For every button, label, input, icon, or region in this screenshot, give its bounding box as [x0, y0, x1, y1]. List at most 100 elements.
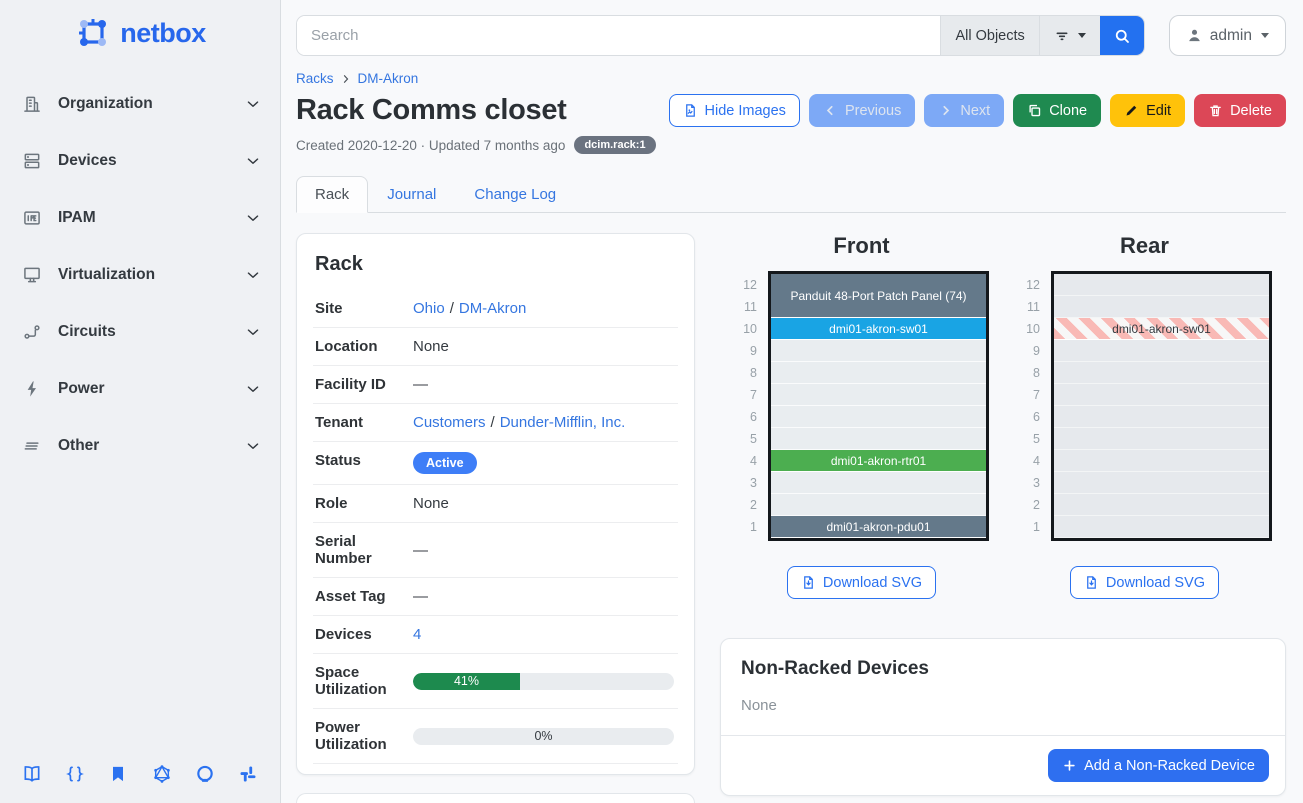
api-braces-icon — [65, 764, 85, 784]
unit-number: 7 — [734, 384, 757, 406]
unit-number: 11 — [734, 296, 757, 318]
graphql-link[interactable] — [152, 764, 172, 789]
serial-number-value: — — [409, 523, 678, 578]
chevron-right-small-icon — [340, 73, 352, 85]
unit-number: 7 — [1017, 384, 1040, 406]
bookmark-link[interactable] — [108, 764, 128, 789]
search-input[interactable] — [297, 16, 940, 55]
chevron-down-icon — [244, 380, 262, 398]
sidebar-item-label: Other — [58, 437, 244, 455]
slack-link[interactable] — [238, 764, 258, 789]
breadcrumb: Racks DM-Akron — [296, 71, 1286, 86]
chevron-down-icon — [244, 323, 262, 341]
github-link[interactable] — [195, 764, 215, 789]
unit-number: 12 — [1017, 274, 1040, 296]
title-row: Rack Comms closet Hide Images Previous N… — [296, 94, 1286, 127]
caret-down-icon — [1078, 33, 1086, 38]
tab-change-log[interactable]: Change Log — [455, 176, 575, 213]
netbox-mark-icon — [74, 14, 112, 52]
sidebar-item-other[interactable]: Other — [22, 426, 262, 466]
rack-empty-unit — [1054, 362, 1269, 384]
rack-device[interactable]: Panduit 48-Port Patch Panel (74) — [771, 274, 986, 318]
front-elevation: Front 121110987654321 Panduit 48-Port Pa… — [720, 233, 1003, 599]
chevron-down-icon — [244, 152, 262, 170]
unit-number: 5 — [734, 428, 757, 450]
site-link[interactable]: DM-Akron — [459, 300, 527, 317]
rack-device[interactable]: dmi01-akron-pdu01 — [771, 516, 986, 538]
sidebar-nav: Organization Devices IPAM Virtualization Cir… — [0, 62, 280, 466]
user-menu-button[interactable]: admin — [1169, 15, 1286, 56]
sidebar-item-label: Circuits — [58, 323, 244, 341]
tab-journal[interactable]: Journal — [368, 176, 455, 213]
breadcrumb-link-1[interactable]: Racks — [296, 71, 334, 86]
copy-icon — [1027, 103, 1042, 118]
field-power-utilization: Power Utilization 0% — [313, 709, 678, 764]
unit-number: 3 — [1017, 472, 1040, 494]
sidebar-item-devices[interactable]: Devices — [22, 141, 262, 181]
tenant-group-link[interactable]: Customers — [413, 414, 486, 431]
search-scope-button[interactable]: All Objects — [940, 16, 1038, 55]
front-download-svg-button[interactable]: Download SVG — [787, 566, 936, 599]
add-non-racked-device-button[interactable]: Add a Non-Racked Device — [1048, 749, 1269, 782]
docs-book-link[interactable] — [22, 764, 42, 789]
unit-number: 8 — [1017, 362, 1040, 384]
monitor-icon — [22, 265, 42, 285]
api-braces-link[interactable] — [65, 764, 85, 789]
topbar: All Objects admin — [296, 15, 1286, 56]
non-racked-devices-title: Non-Racked Devices — [721, 639, 1285, 680]
tab-rack[interactable]: Rack — [296, 176, 368, 213]
tenant-link[interactable]: Dunder-Mifflin, Inc. — [500, 414, 626, 431]
rack-device[interactable]: dmi01-akron-sw01 — [1054, 318, 1269, 340]
main-area: All Objects admin Racks DM-Akron Rack Com… — [281, 0, 1303, 803]
unit-number: 5 — [1017, 428, 1040, 450]
status-badge: Active — [413, 452, 477, 474]
rack-empty-unit — [1054, 472, 1269, 494]
object-id-badge: dcim.rack:1 — [574, 136, 655, 154]
rack-empty-unit — [1054, 274, 1269, 296]
next-button[interactable]: Next — [924, 94, 1004, 127]
hide-images-button[interactable]: Hide Images — [669, 94, 800, 127]
search-submit-button[interactable] — [1100, 16, 1144, 55]
site-group-link[interactable]: Ohio — [413, 300, 445, 317]
circuit-icon — [22, 322, 42, 342]
sidebar-item-virtualization[interactable]: Virtualization — [22, 255, 262, 295]
delete-button[interactable]: Delete — [1194, 94, 1286, 127]
bookmark-icon — [108, 764, 128, 784]
rack-empty-unit — [771, 494, 986, 516]
chevron-down-icon — [244, 95, 262, 113]
facility-id-value: — — [409, 366, 678, 404]
sidebar-item-circuits[interactable]: Circuits — [22, 312, 262, 352]
unit-number: 1 — [734, 516, 757, 538]
devices-count-link[interactable]: 4 — [413, 626, 421, 643]
rack-empty-unit — [1054, 296, 1269, 318]
unit-number: 1 — [1017, 516, 1040, 538]
rack-empty-unit — [1054, 516, 1269, 538]
field-devices: Devices 4 — [313, 616, 678, 654]
previous-button[interactable]: Previous — [809, 94, 915, 127]
rear-rack: dmi01-akron-sw01 — [1051, 271, 1272, 541]
search-filter-button[interactable] — [1039, 16, 1100, 55]
field-asset-tag: Asset Tag — — [313, 578, 678, 616]
rack-empty-unit — [771, 472, 986, 494]
sidebar-item-organization[interactable]: Organization — [22, 84, 262, 124]
sidebar-item-power[interactable]: Power — [22, 369, 262, 409]
action-buttons: Hide Images Previous Next Clone Edit — [669, 94, 1286, 127]
plus-icon — [1062, 758, 1077, 773]
rack-device[interactable]: dmi01-akron-rtr01 — [771, 450, 986, 472]
rear-download-svg-button[interactable]: Download SVG — [1070, 566, 1219, 599]
field-tenant: Tenant Customers/Dunder-Mifflin, Inc. — [313, 404, 678, 442]
power-utilization-bar: 0% — [413, 728, 674, 745]
rack-empty-unit — [1054, 428, 1269, 450]
edit-button[interactable]: Edit — [1110, 94, 1185, 127]
clone-button[interactable]: Clone — [1013, 94, 1101, 127]
breadcrumb-link-2[interactable]: DM-Akron — [358, 71, 419, 86]
rack-empty-unit — [771, 340, 986, 362]
unit-number: 3 — [734, 472, 757, 494]
rack-device[interactable]: dmi01-akron-sw01 — [771, 318, 986, 340]
rack-empty-unit — [1054, 384, 1269, 406]
sidebar-item-ipam[interactable]: IPAM — [22, 198, 262, 238]
netbox-logo[interactable]: netbox — [0, 0, 280, 62]
space-utilization-fill: 41% — [413, 673, 520, 690]
filter-icon — [1054, 28, 1070, 44]
server-icon — [22, 151, 42, 171]
